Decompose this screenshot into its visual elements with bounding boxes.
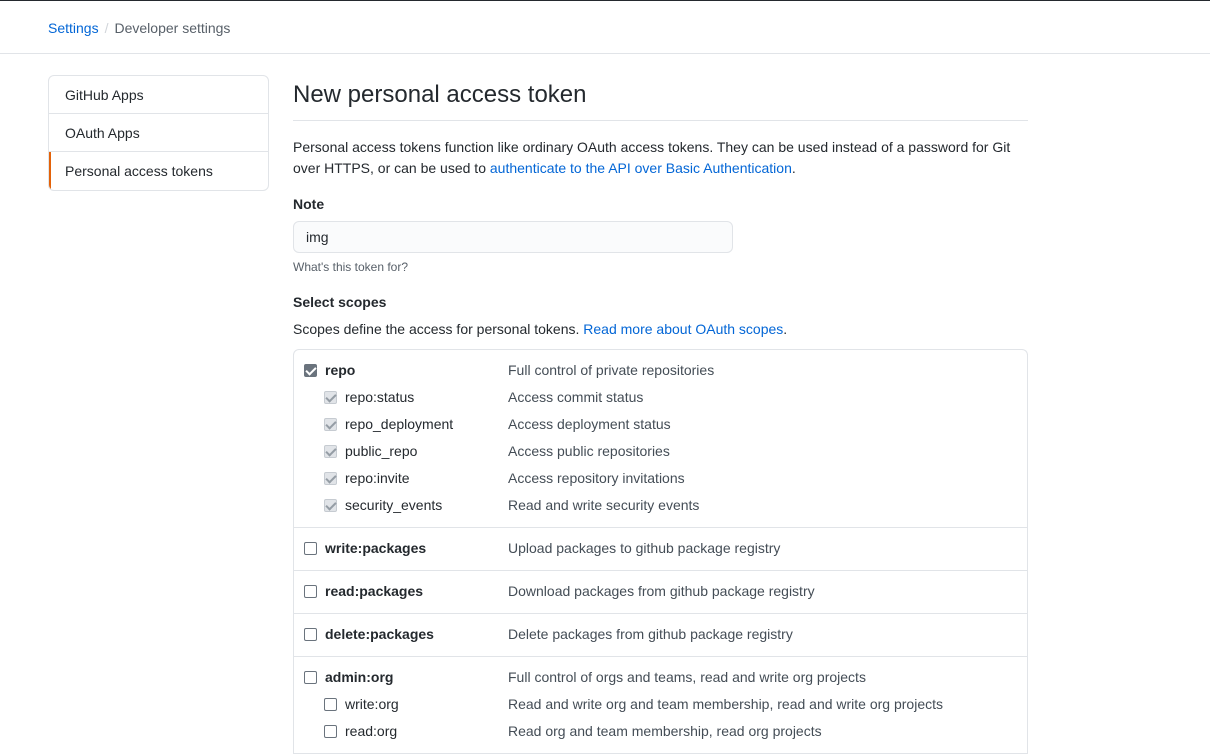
scopes-description: Scopes define the access for personal to…: [293, 320, 1028, 339]
scope-checkbox-repo-invite[interactable]: [324, 472, 337, 485]
scope-description: Access repository invitations: [508, 470, 685, 486]
scope-name: repo: [325, 362, 356, 378]
basic-auth-link[interactable]: authenticate to the API over Basic Authe…: [490, 160, 792, 176]
scope-name: read:org: [345, 723, 398, 739]
token-description: Personal access tokens function like ord…: [293, 137, 1028, 179]
sidebar-item-label: Personal access tokens: [65, 163, 213, 179]
scope-description: Download packages from github package re…: [508, 583, 815, 599]
sidebar-item-label: GitHub Apps: [65, 87, 144, 103]
scope-name: public_repo: [345, 443, 418, 459]
note-input[interactable]: [293, 221, 733, 253]
scope-row-repo: repo Full control of private repositorie…: [294, 357, 1027, 384]
scope-description: Access commit status: [508, 389, 644, 405]
scopes-desc-text: Scopes define the access for personal to…: [293, 321, 584, 337]
scope-checkbox-repo[interactable]: [304, 364, 317, 377]
scope-name: repo:invite: [345, 470, 410, 486]
scope-name: read:packages: [325, 583, 424, 599]
scopes-label: Select scopes: [293, 294, 387, 310]
scope-name: admin:org: [325, 669, 394, 685]
scope-checkbox-repo-status[interactable]: [324, 391, 337, 404]
main-content: New personal access token Personal acces…: [293, 75, 1028, 754]
scope-description: Read and write org and team membership, …: [508, 696, 943, 712]
scope-description: Read org and team membership, read org p…: [508, 723, 822, 739]
oauth-scopes-link[interactable]: Read more about OAuth scopes: [583, 321, 783, 337]
scope-description: Full control of private repositories: [508, 362, 715, 378]
scope-name: repo_deployment: [345, 416, 454, 432]
developer-settings-sidebar: GitHub Apps OAuth Apps Personal access t…: [48, 75, 269, 191]
scope-checkbox-write-org[interactable]: [324, 698, 337, 711]
scope-group-write-packages: write:packages Upload packages to github…: [294, 528, 1027, 571]
note-hint: What's this token for?: [293, 260, 409, 274]
breadcrumb-separator: /: [104, 20, 109, 36]
scope-group-delete-packages: delete:packages Delete packages from git…: [294, 614, 1027, 657]
scope-checkbox-security-events[interactable]: [324, 499, 337, 512]
scope-row-write-org: write:org Read and write org and team me…: [294, 691, 1027, 718]
scope-description: Read and write security events: [508, 497, 700, 513]
scope-row-read-org: read:org Read org and team membership, r…: [294, 718, 1027, 745]
scope-name: write:org: [345, 696, 399, 712]
scope-name: security_events: [345, 497, 443, 513]
scope-checkbox-read-org[interactable]: [324, 725, 337, 738]
sidebar-item-personal-access-tokens[interactable]: Personal access tokens: [49, 152, 268, 190]
breadcrumb-bar: Settings / Developer settings: [0, 1, 1210, 54]
scopes-desc-end: .: [783, 321, 788, 337]
breadcrumb-current: Developer settings: [114, 20, 231, 36]
scope-group-repo: repo Full control of private repositorie…: [294, 350, 1027, 528]
scope-row-public-repo: public_repo Access public repositories: [294, 438, 1027, 465]
scope-row-repo-status: repo:status Access commit status: [294, 384, 1027, 411]
scope-row-delete-packages: delete:packages Delete packages from git…: [294, 621, 1027, 648]
page-title: New personal access token: [293, 80, 1028, 121]
scope-name: delete:packages: [325, 626, 434, 642]
description-end: .: [791, 160, 796, 176]
scope-checkbox-admin-org[interactable]: [304, 671, 317, 684]
scope-row-repo-deployment: repo_deployment Access deployment status: [294, 411, 1027, 438]
scope-checkbox-delete-packages[interactable]: [304, 628, 317, 641]
scope-checkbox-public-repo[interactable]: [324, 445, 337, 458]
breadcrumb-settings-link[interactable]: Settings: [48, 20, 99, 36]
scope-description: Delete packages from github package regi…: [508, 626, 793, 642]
scope-description: Access public repositories: [508, 443, 670, 459]
scopes-list: repo Full control of private repositorie…: [293, 349, 1028, 754]
scope-name: write:packages: [325, 540, 427, 556]
scope-checkbox-write-packages[interactable]: [304, 542, 317, 555]
scope-description: Access deployment status: [508, 416, 671, 432]
note-label: Note: [293, 196, 325, 212]
scope-row-read-packages: read:packages Download packages from git…: [294, 578, 1027, 605]
scope-row-admin-org: admin:org Full control of orgs and teams…: [294, 664, 1027, 691]
scope-group-admin-org: admin:org Full control of orgs and teams…: [294, 657, 1027, 754]
breadcrumb: Settings / Developer settings: [48, 19, 230, 37]
scope-row-security-events: security_events Read and write security …: [294, 492, 1027, 519]
scope-group-read-packages: read:packages Download packages from git…: [294, 571, 1027, 614]
sidebar-item-oauth-apps[interactable]: OAuth Apps: [49, 114, 268, 152]
scope-row-repo-invite: repo:invite Access repository invitation…: [294, 465, 1027, 492]
scope-row-write-packages: write:packages Upload packages to github…: [294, 535, 1027, 562]
scope-checkbox-read-packages[interactable]: [304, 585, 317, 598]
scope-name: repo:status: [345, 389, 415, 405]
scope-checkbox-repo-deployment[interactable]: [324, 418, 337, 431]
scope-description: Full control of orgs and teams, read and…: [508, 669, 866, 685]
scope-description: Upload packages to github package regist…: [508, 540, 781, 556]
sidebar-item-github-apps[interactable]: GitHub Apps: [49, 76, 268, 114]
sidebar-item-label: OAuth Apps: [65, 125, 140, 141]
